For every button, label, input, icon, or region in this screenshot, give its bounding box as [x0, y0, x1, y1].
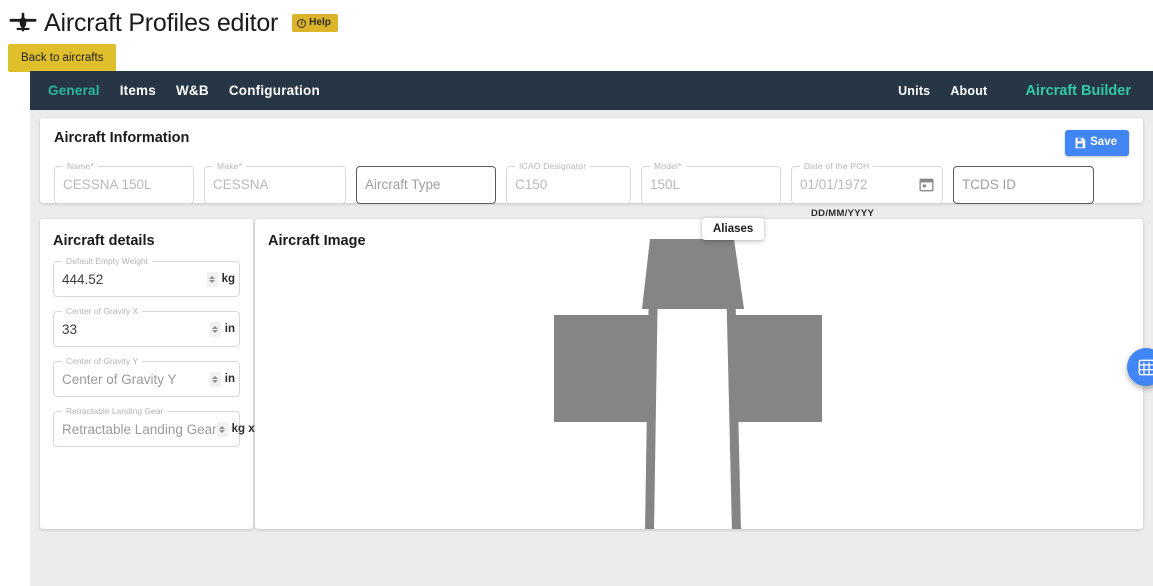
- aircraft-type-field-value: Aircraft Type: [365, 177, 441, 193]
- name-field-value: CESSNA 150L: [63, 177, 152, 193]
- aircraft-information-fields: Name* CESSNA 150L Make* CESSNA Aircraft …: [54, 160, 1129, 219]
- icao-designator-field[interactable]: ICAO Designator C150: [506, 160, 631, 204]
- default-empty-weight-label: Default Empty Weight: [62, 256, 153, 266]
- center-of-gravity-y-value: Center of Gravity Y: [62, 371, 177, 387]
- navbar-left-group: General Items W&B Configuration: [38, 83, 330, 98]
- aircraft-details-card: Aircraft details Default Empty Weight 44…: [40, 219, 268, 529]
- save-button[interactable]: Save: [1065, 130, 1129, 156]
- grid-table-icon: [1138, 359, 1153, 375]
- aliases-tooltip: Aliases: [702, 218, 765, 240]
- retractable-landing-gear-value: Retractable Landing Gear: [62, 421, 217, 437]
- aircraft-details-fields: Default Empty Weight 444.52 kg Center of…: [53, 256, 268, 447]
- back-to-aircrafts-button[interactable]: Back to aircrafts: [8, 44, 117, 72]
- model-field-label: Model*: [650, 160, 686, 171]
- icao-designator-field-value: C150: [515, 177, 548, 193]
- aircraft-top-view-diagram: [554, 239, 822, 529]
- brand-link[interactable]: Aircraft Builder: [997, 83, 1143, 99]
- aircraft-details-title: Aircraft details: [53, 233, 155, 249]
- aircraft-image-card: Aircraft Image: [255, 219, 1143, 529]
- default-empty-weight-stepper[interactable]: [206, 271, 218, 287]
- date-format-hint: DD/MM/YYYY: [811, 207, 875, 219]
- aircraft-image-stage: [255, 237, 1143, 529]
- date-of-poh-group: Date of the POH 01/01/1972 DD/MM/YYYY: [791, 160, 943, 219]
- date-of-poh-field-label: Date of the POH: [800, 160, 874, 171]
- retractable-landing-gear-field[interactable]: Retractable Landing Gear Retractable Lan…: [53, 406, 268, 447]
- retractable-landing-gear-stepper[interactable]: [216, 421, 228, 437]
- center-of-gravity-x-value: 33: [62, 321, 78, 337]
- page-header: Aircraft Profiles editor i Help: [0, 0, 1153, 40]
- center-of-gravity-y-field[interactable]: Center of Gravity Y Center of Gravity Y …: [53, 356, 240, 397]
- center-of-gravity-y-unit: in: [224, 373, 235, 385]
- nav-item-general[interactable]: General: [38, 83, 110, 98]
- center-of-gravity-x-unit: in: [224, 323, 235, 335]
- nav-item-about[interactable]: About: [940, 84, 997, 98]
- nav-item-items[interactable]: Items: [110, 83, 166, 98]
- center-of-gravity-y-stepper[interactable]: [209, 371, 221, 387]
- help-button-label: Help: [309, 17, 331, 28]
- aircraft-information-card: Aircraft Information Save Name* CESSNA 1…: [40, 118, 1143, 219]
- date-of-poh-field-value: 01/01/1972: [800, 177, 868, 193]
- make-field[interactable]: Make* CESSNA: [204, 160, 346, 204]
- center-of-gravity-x-field[interactable]: Center of Gravity X 33 in: [53, 306, 240, 347]
- center-of-gravity-x-label: Center of Gravity X: [62, 306, 143, 316]
- name-field[interactable]: Name* CESSNA 150L: [54, 160, 194, 204]
- date-of-poh-field[interactable]: Date of the POH 01/01/1972: [791, 160, 943, 204]
- page-title: Aircraft Profiles editor: [44, 8, 279, 37]
- aircraft-information-title: Aircraft Information: [54, 130, 190, 146]
- model-field-value: 150L: [650, 177, 681, 193]
- retractable-landing-gear-label: Retractable Landing Gear: [62, 406, 168, 416]
- aircraft-type-field[interactable]: Aircraft Type: [356, 165, 496, 204]
- save-button-label: Save: [1090, 136, 1117, 148]
- info-icon: i: [297, 18, 307, 28]
- tcds-id-field-value: TCDS ID: [962, 177, 1016, 193]
- center-of-gravity-y-label: Center of Gravity Y: [62, 356, 143, 366]
- app-shell: General Items W&B Configuration Units Ab…: [30, 71, 1153, 586]
- aircraft-information-header: Aircraft Information Save: [54, 130, 1129, 156]
- model-field[interactable]: Model* 150L: [641, 160, 781, 204]
- make-field-label: Make*: [213, 160, 247, 171]
- nav-item-units[interactable]: Units: [888, 84, 940, 98]
- default-empty-weight-value: 444.52: [62, 271, 104, 287]
- center-of-gravity-x-stepper[interactable]: [209, 321, 221, 337]
- name-field-label: Name*: [63, 160, 98, 171]
- calendar-icon[interactable]: [919, 177, 934, 192]
- help-button[interactable]: i Help: [292, 14, 338, 32]
- icao-designator-field-label: ICAO Designator: [515, 160, 591, 171]
- default-empty-weight-field[interactable]: Default Empty Weight 444.52 kg: [53, 256, 240, 297]
- tcds-id-field[interactable]: TCDS ID: [953, 165, 1094, 204]
- airplane-front-icon: [9, 12, 37, 32]
- nav-item-wb[interactable]: W&B: [166, 83, 219, 98]
- navbar-right-group: Units About Aircraft Builder: [888, 83, 1153, 99]
- default-empty-weight-unit: kg: [221, 273, 235, 285]
- floppy-disk-icon: [1075, 137, 1086, 149]
- main-navbar: General Items W&B Configuration Units Ab…: [30, 71, 1153, 110]
- make-field-value: CESSNA: [213, 177, 269, 193]
- nav-item-configuration[interactable]: Configuration: [219, 83, 330, 98]
